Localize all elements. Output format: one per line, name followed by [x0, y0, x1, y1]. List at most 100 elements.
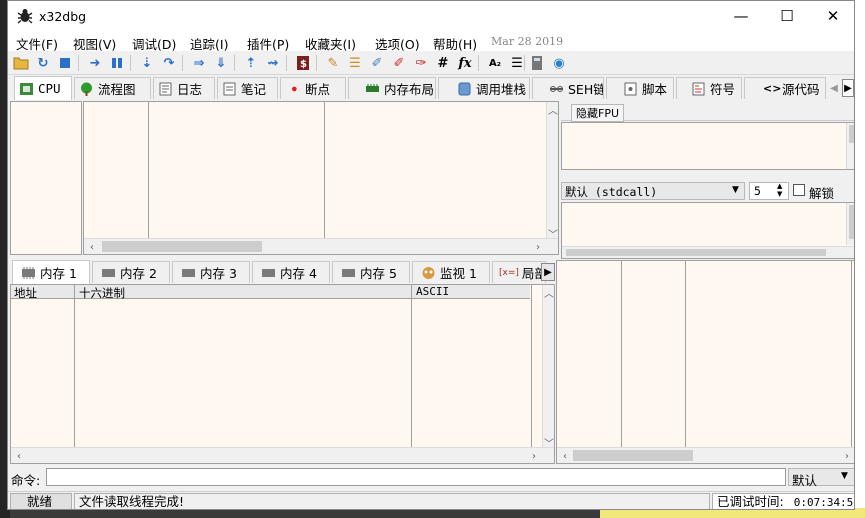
debug-time-label: 已调试时间:: [717, 494, 784, 509]
tab-label: 脚本: [642, 82, 668, 97]
disassembly-pane[interactable]: ︿ ﹀ ‹ ›: [83, 101, 559, 255]
disassembly-vscroll[interactable]: ︿ ﹀: [546, 102, 559, 241]
tab-scroll-left-icon[interactable]: ◀: [828, 79, 840, 97]
labels-icon[interactable]: ✐: [368, 54, 386, 72]
tab-label: CPU: [38, 81, 61, 96]
tab-breakpoints[interactable]: 断点: [280, 77, 346, 99]
run-to-user-code-icon[interactable]: ⇝: [264, 54, 282, 72]
open-icon[interactable]: [12, 54, 30, 72]
spin-arrows-icon[interactable]: ▲ ▼: [777, 182, 782, 198]
tab-dump-3[interactable]: 内存 3: [172, 261, 250, 283]
hide-fpu-button[interactable]: 隐藏FPU: [571, 104, 625, 122]
step-into-icon[interactable]: ⇣: [138, 54, 156, 72]
command-mode-select[interactable]: 默认 ▼: [788, 468, 854, 488]
registers-pane[interactable]: [561, 122, 854, 170]
run-icon[interactable]: ➜: [86, 54, 104, 72]
dump-tab-bar: 内存 1 内存 2 内存 3 内存 4 内存 5 监视 1 [x=]局部变 ▶: [8, 260, 555, 284]
dump-icon: [262, 268, 275, 277]
functions-icon[interactable]: ✑: [412, 54, 430, 72]
dropdown-arrow-icon: ▼: [841, 471, 848, 481]
pause-icon[interactable]: [108, 54, 126, 72]
command-input[interactable]: [46, 468, 786, 486]
trace-over-icon[interactable]: ⇓: [212, 54, 230, 72]
tab-locals[interactable]: [x=]局部变: [492, 261, 546, 283]
dump-icon: [22, 266, 35, 279]
column-address: 地址: [14, 286, 37, 300]
minimize-button[interactable]: —: [718, 1, 764, 31]
globe-icon[interactable]: ◉: [550, 54, 568, 72]
tab-symbols[interactable]: 符号: [676, 77, 742, 99]
tab-script[interactable]: 脚本: [606, 77, 674, 99]
scroll-right-icon[interactable]: ›: [841, 449, 853, 463]
tab-memory-map[interactable]: 内存布局: [348, 77, 436, 99]
column-hex: 十六进制: [79, 286, 125, 300]
tab-label: 断点: [305, 82, 331, 97]
cpu-icon: [20, 82, 33, 95]
command-bar: 命令: 默认 ▼: [8, 466, 854, 488]
tab-label: 笔记: [241, 82, 267, 97]
dump-tab-scroll-icon[interactable]: ▶: [541, 263, 555, 281]
background-right: [855, 0, 865, 518]
x32dbg-window: x32dbg — ☐ ✕ 文件(F) 视图(V) 调试(D) 追踪(I) 插件(…: [7, 0, 855, 510]
scroll-thumb[interactable]: [102, 241, 262, 252]
tab-label: 流程图: [98, 82, 136, 97]
trace-into-icon[interactable]: ⇒: [190, 54, 208, 72]
tab-log[interactable]: 日志: [153, 77, 215, 99]
close-button[interactable]: ✕: [810, 1, 854, 31]
tab-seh-chain[interactable]: SEH链: [532, 77, 604, 99]
restart-icon[interactable]: ↻: [34, 54, 52, 72]
dump-pane[interactable]: 地址 十六进制 ASCII ︿ ﹀ ‹ ›: [10, 284, 555, 464]
tab-call-stack[interactable]: 调用堆栈: [438, 77, 530, 99]
debug-time: 已调试时间: 0:07:34:52: [712, 493, 854, 509]
patch-icon[interactable]: ✎: [324, 54, 342, 72]
step-over-icon[interactable]: ↷: [160, 54, 178, 72]
tab-label: 监视 1: [440, 266, 477, 281]
dump-vscroll[interactable]: ︿ ﹀: [542, 285, 555, 450]
scroll-thumb[interactable]: [573, 450, 693, 461]
tab-dump-1[interactable]: 内存 1: [12, 260, 90, 284]
comments-icon[interactable]: ☰: [346, 54, 364, 72]
args-pane[interactable]: [561, 202, 854, 259]
calculator-icon[interactable]: [528, 54, 546, 72]
tab-dump-2[interactable]: 内存 2: [92, 261, 170, 283]
scylla-icon[interactable]: $: [294, 54, 312, 72]
arg-count-spinbox[interactable]: 5 ▲ ▼: [749, 182, 789, 200]
tab-label: 内存 2: [120, 266, 157, 281]
script-icon: [624, 82, 637, 95]
dump-hscroll[interactable]: ‹ ›: [11, 447, 554, 463]
tab-watch-1[interactable]: 监视 1: [412, 261, 490, 283]
registers-vscroll[interactable]: [846, 123, 854, 169]
bookmarks-icon[interactable]: ✐: [390, 54, 408, 72]
scroll-left-icon[interactable]: ‹: [86, 240, 98, 254]
scroll-up-icon[interactable]: ︿: [543, 285, 555, 300]
source-icon: <>: [763, 81, 782, 95]
tab-source[interactable]: <> 源代码: [744, 77, 826, 99]
args-hscroll[interactable]: [562, 246, 854, 258]
scroll-left-icon[interactable]: ‹: [13, 449, 25, 463]
stack-hscroll[interactable]: ‹ ›: [557, 447, 854, 463]
stop-icon[interactable]: [56, 54, 74, 72]
fx-icon[interactable]: fx: [456, 54, 474, 72]
tab-cpu[interactable]: CPU: [14, 76, 72, 100]
strings-icon[interactable]: A₂: [486, 54, 504, 72]
scroll-left-icon[interactable]: ‹: [559, 449, 571, 463]
calling-convention-select[interactable]: 默认 (stdcall) ▼: [561, 182, 745, 200]
scroll-right-icon[interactable]: ›: [532, 240, 544, 254]
scroll-right-icon[interactable]: ›: [528, 449, 540, 463]
tab-scroll-right-icon[interactable]: ▶: [842, 79, 854, 97]
hash-icon[interactable]: #: [434, 54, 452, 72]
tab-graph[interactable]: 流程图: [74, 77, 151, 99]
tab-label: 源代码: [782, 82, 820, 97]
tab-dump-4[interactable]: 内存 4: [252, 261, 330, 283]
unlock-checkbox[interactable]: [793, 184, 805, 196]
args-vscroll[interactable]: [846, 203, 854, 245]
scroll-up-icon[interactable]: ︿: [547, 102, 559, 117]
stack-pane[interactable]: ‹ ›: [556, 260, 854, 464]
args-controls: 默认 (stdcall) ▼ 5 ▲ ▼ 解锁: [561, 181, 854, 201]
maximize-button[interactable]: ☐: [764, 1, 810, 31]
execute-till-return-icon[interactable]: ⇡: [242, 54, 260, 72]
tab-notes[interactable]: 笔记: [217, 77, 278, 99]
dropdown-arrow-icon: ▼: [732, 185, 739, 195]
tab-dump-5[interactable]: 内存 5: [332, 261, 410, 283]
disassembly-hscroll[interactable]: ‹ ›: [84, 238, 558, 254]
